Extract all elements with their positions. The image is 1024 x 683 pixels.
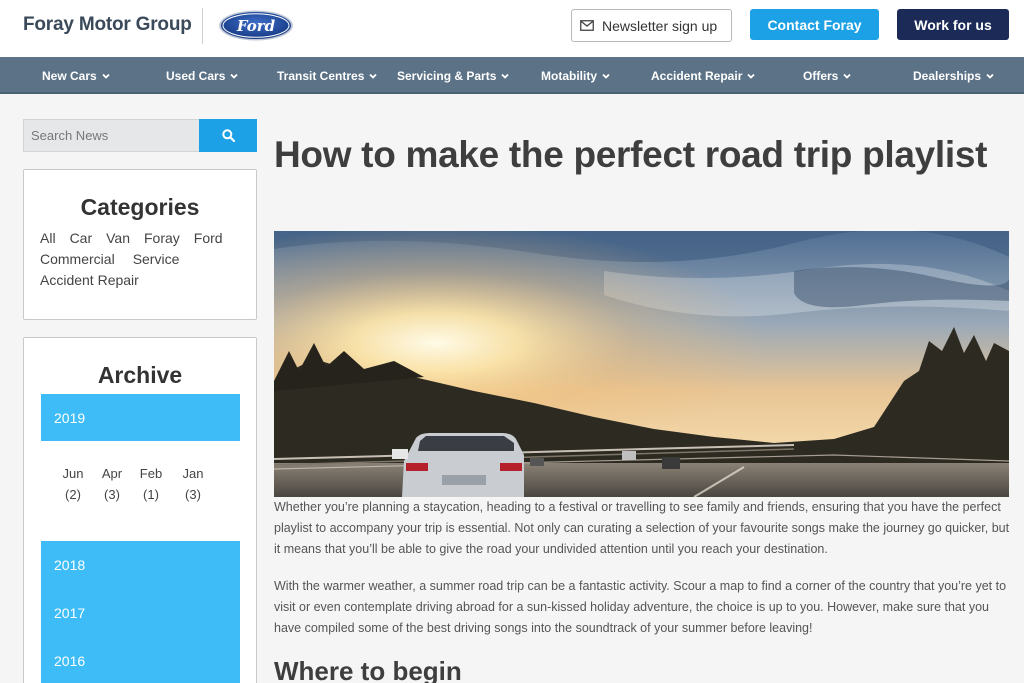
chevron-down-icon bbox=[843, 73, 851, 79]
site-header: Foray Motor Group Ford Newsletter sign u… bbox=[0, 0, 1024, 57]
main-nav: New Cars Used Cars Transit Centres Servi… bbox=[0, 57, 1024, 94]
archive-month-apr[interactable]: Apr (3) bbox=[95, 463, 129, 505]
article-hero-image bbox=[274, 231, 1009, 497]
contact-foray-button[interactable]: Contact Foray bbox=[750, 9, 879, 40]
brand-name[interactable]: Foray Motor Group bbox=[23, 14, 192, 36]
archive-panel: Archive 2019 Jun (2) Apr (3) Feb (1) Jan… bbox=[23, 337, 257, 683]
category-link-car[interactable]: Car bbox=[70, 230, 93, 246]
archive-month-jan[interactable]: Jan (3) bbox=[176, 463, 210, 505]
nav-item-accident-repair[interactable]: Accident Repair bbox=[651, 57, 755, 94]
nav-item-motability[interactable]: Motability bbox=[541, 57, 610, 94]
search-news-input[interactable] bbox=[23, 119, 199, 152]
month-name: Jan bbox=[182, 466, 204, 481]
nav-item-offers[interactable]: Offers bbox=[803, 57, 851, 94]
archive-year-2016[interactable]: 2016 bbox=[41, 637, 240, 683]
archive-title: Archive bbox=[97, 362, 183, 388]
nav-item-new-cars[interactable]: New Cars bbox=[42, 57, 110, 94]
article-paragraph-2: With the warmer weather, a summer road t… bbox=[274, 579, 1007, 635]
categories-panel: Categories All Car Van Foray Ford Commercial… bbox=[23, 169, 257, 320]
newsletter-signup-button[interactable]: Newsletter sign up bbox=[571, 9, 732, 42]
month-name: Feb bbox=[139, 466, 163, 481]
nav-item-label: Servicing & Parts bbox=[397, 68, 497, 83]
category-link-accident-repair[interactable]: Accident Repair bbox=[40, 272, 139, 288]
chevron-down-icon bbox=[602, 73, 610, 79]
ford-logo[interactable]: Ford bbox=[218, 10, 294, 41]
nav-item-label: Used Cars bbox=[166, 68, 226, 83]
category-link-ford[interactable]: Ford bbox=[194, 230, 223, 246]
category-link-service[interactable]: Service bbox=[133, 251, 180, 267]
search-icon bbox=[221, 129, 235, 142]
month-count: (3) bbox=[104, 487, 120, 502]
archive-year-2017[interactable]: 2017 bbox=[41, 589, 240, 637]
nav-item-label: Accident Repair bbox=[651, 68, 743, 83]
month-name: Jun bbox=[62, 466, 84, 481]
nav-item-label: Transit Centres bbox=[277, 68, 365, 83]
month-name: Apr bbox=[101, 466, 123, 481]
chevron-down-icon bbox=[369, 73, 378, 79]
nav-item-label: Offers bbox=[803, 68, 839, 83]
work-for-us-button[interactable]: Work for us bbox=[897, 9, 1009, 40]
article-title: How to make the perfect road trip playli… bbox=[274, 134, 988, 175]
archive-month-jun[interactable]: Jun (2) bbox=[56, 463, 90, 505]
month-count: (3) bbox=[185, 487, 201, 502]
chevron-down-icon bbox=[747, 73, 755, 79]
category-link-van[interactable]: Van bbox=[106, 230, 130, 246]
nav-item-label: Dealerships bbox=[913, 68, 982, 83]
nav-item-transit-centres[interactable]: Transit Centres bbox=[277, 57, 378, 94]
archive-month-feb[interactable]: Feb (1) bbox=[134, 463, 168, 505]
category-links: All Car Van Foray Ford Commercial Service Acc… bbox=[40, 228, 244, 291]
mail-icon bbox=[580, 20, 594, 31]
nav-item-dealerships[interactable]: Dealerships bbox=[913, 57, 994, 94]
article-paragraph-1: Whether you’re planning a staycation, he… bbox=[274, 500, 1010, 556]
category-link-foray[interactable]: Foray bbox=[144, 230, 180, 246]
month-count: (2) bbox=[65, 487, 81, 502]
chevron-down-icon bbox=[501, 73, 510, 79]
chevron-down-icon bbox=[230, 73, 239, 79]
nav-item-servicing-parts[interactable]: Servicing & Parts bbox=[397, 57, 510, 94]
nav-item-label: Motability bbox=[541, 68, 597, 83]
categories-title: Categories bbox=[80, 194, 200, 220]
nav-item-used-cars[interactable]: Used Cars bbox=[166, 57, 239, 94]
car-graphic bbox=[402, 433, 524, 497]
road-trip-photo bbox=[274, 231, 1009, 497]
article-subheading: Where to begin bbox=[274, 656, 462, 683]
month-count: (1) bbox=[143, 487, 159, 502]
chevron-down-icon bbox=[986, 73, 994, 79]
svg-text:Ford: Ford bbox=[236, 17, 276, 35]
chevron-down-icon bbox=[102, 73, 110, 79]
category-link-commercial[interactable]: Commercial bbox=[40, 251, 115, 267]
newsletter-label: Newsletter sign up bbox=[602, 17, 718, 34]
category-link-all[interactable]: All bbox=[40, 230, 56, 246]
archive-year-2019[interactable]: 2019 bbox=[41, 394, 240, 441]
archive-year-2018[interactable]: 2018 bbox=[41, 541, 240, 589]
nav-item-label: New Cars bbox=[42, 68, 97, 83]
search-button[interactable] bbox=[199, 119, 257, 152]
brand-divider bbox=[202, 8, 203, 44]
